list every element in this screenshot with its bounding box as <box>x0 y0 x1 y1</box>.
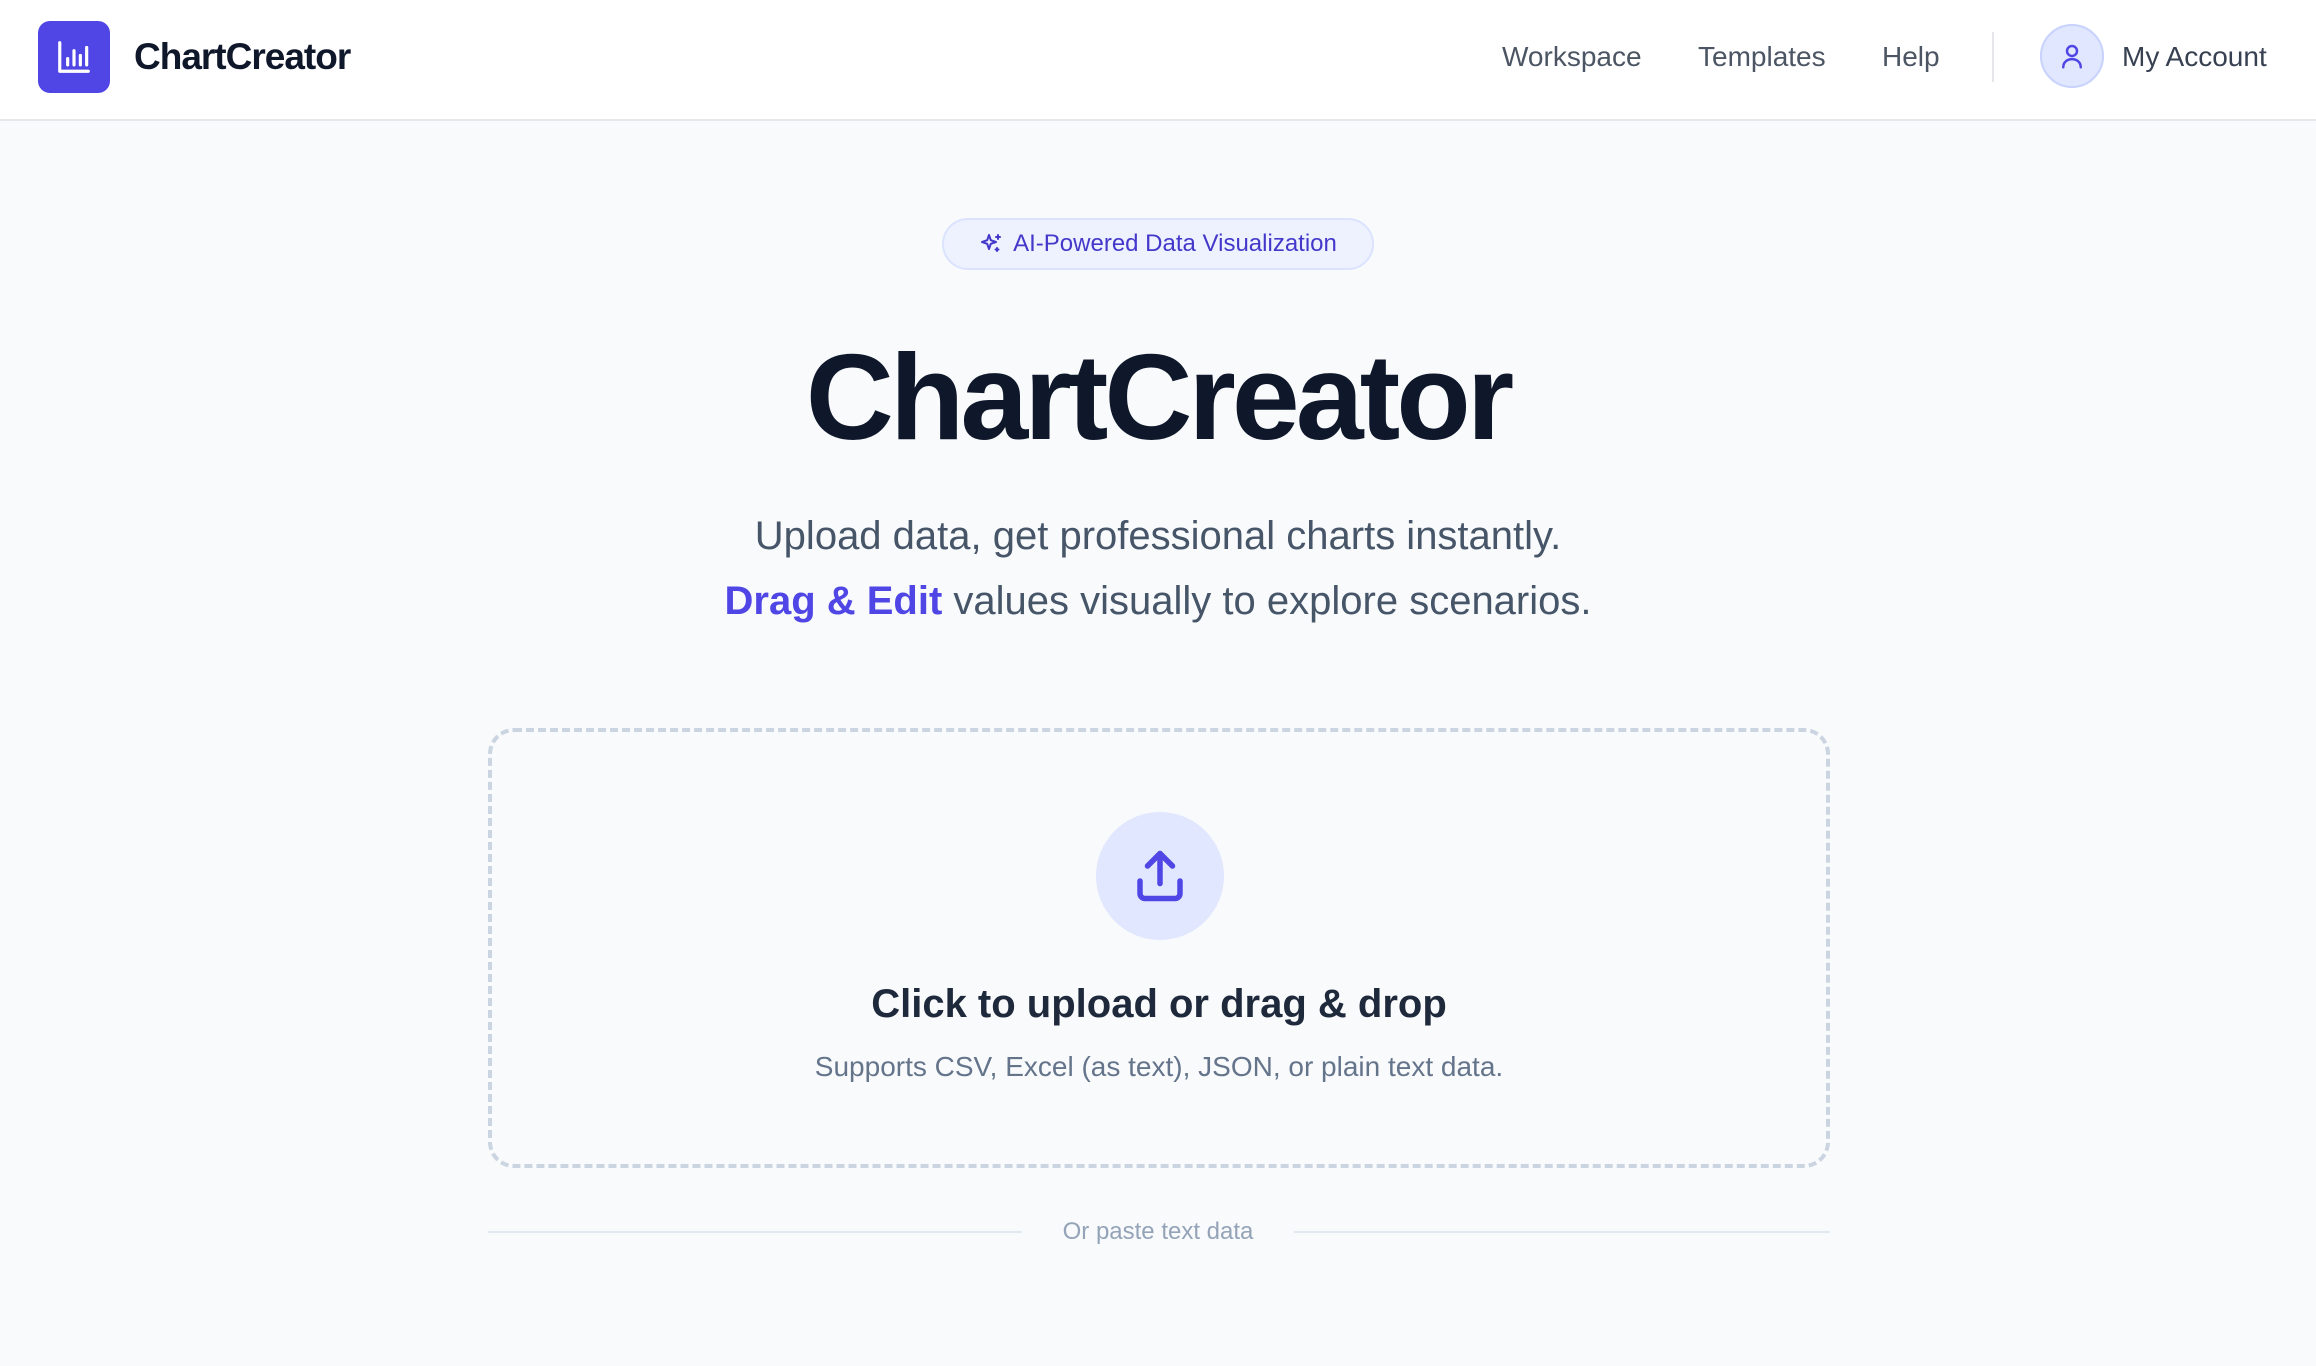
user-icon <box>2062 44 2082 69</box>
logo[interactable] <box>38 21 110 93</box>
bar-chart-icon <box>58 41 90 73</box>
ai-badge: AI-Powered Data Visualization <box>942 218 1374 270</box>
upload-title: Click to upload or drag & drop <box>871 982 1447 1026</box>
hero-subtitle-secondary: Drag & Edit values visually to explore s… <box>0 574 2316 628</box>
my-account-link[interactable]: My Account <box>2122 38 2267 76</box>
upload-dropzone[interactable]: Click to upload or drag & drop Supports … <box>488 728 1830 1168</box>
brand-name[interactable]: ChartCreator <box>134 32 351 82</box>
upload-formats: Supports CSV, Excel (as text), JSON, or … <box>814 1051 1504 1082</box>
hero-subtitle: Upload data, get professional charts ins… <box>754 514 1562 558</box>
hero-title: ChartCreator <box>805 329 1515 465</box>
separator-line-right <box>1294 1231 1830 1233</box>
account-avatar[interactable] <box>2040 24 2104 88</box>
nav-divider <box>1992 32 1994 82</box>
nav-templates[interactable]: Templates <box>1698 38 1826 76</box>
paste-separator-label: Or paste text data <box>1062 1218 1254 1245</box>
ai-badge-label: AI-Powered Data Visualization <box>1013 230 1337 257</box>
hero-subtitle-rest: values visually to explore scenarios. <box>942 579 1592 623</box>
sparkles-icon <box>981 234 1002 252</box>
upload-icon <box>1137 850 1183 902</box>
nav-help[interactable]: Help <box>1882 38 1940 76</box>
nav-workspace[interactable]: Workspace <box>1502 38 1642 76</box>
upload-icon-circle <box>1096 812 1224 940</box>
drag-edit-highlight: Drag & Edit <box>724 579 943 623</box>
top-navigation-bar: ChartCreator Workspace Templates Help My… <box>0 0 2316 121</box>
